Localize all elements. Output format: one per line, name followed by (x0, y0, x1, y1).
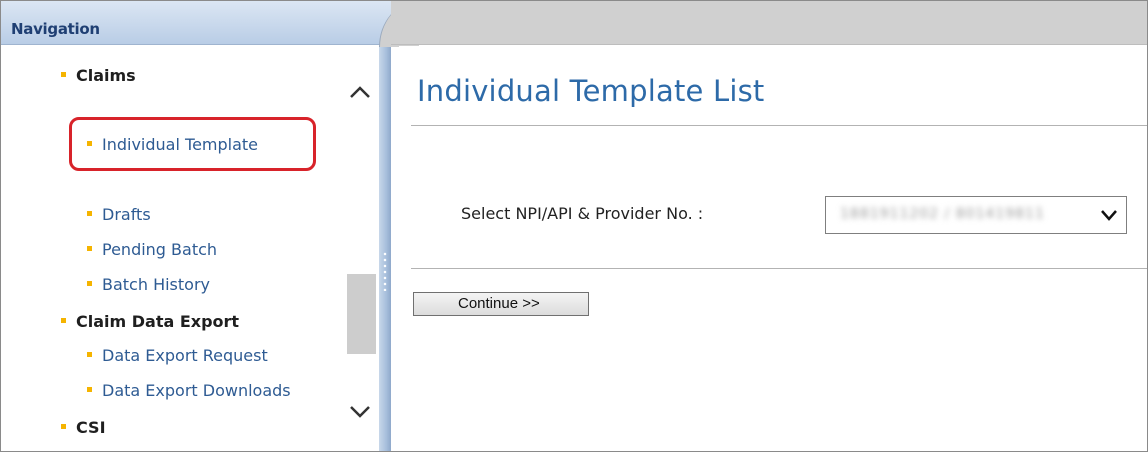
nav-item-label: Batch History (102, 275, 210, 294)
app-window: Navigation Claims Claims Entry Individua… (0, 0, 1148, 452)
main-content: Individual Template List Select NPI/API … (399, 46, 1147, 451)
chevron-up-icon (350, 86, 370, 98)
page-title: Individual Template List (417, 74, 765, 108)
npi-field-label: Select NPI/API & Provider No. : (461, 204, 704, 223)
square-bullet-icon (87, 177, 92, 182)
scroll-down-button[interactable] (341, 397, 379, 427)
square-bullet-icon (87, 246, 92, 251)
square-bullet-icon (87, 281, 92, 286)
nav-item-label: Data Export Downloads (102, 381, 291, 400)
nav-item-label: Data Export Request (102, 346, 268, 365)
nav-item-label: Pending Batch (102, 240, 218, 259)
divider (411, 125, 1147, 126)
npi-provider-value: 1881911202 / 801419811 (840, 206, 1045, 222)
nav-item-label: Claim Data Export (76, 312, 240, 331)
splitter-grip[interactable] (383, 251, 387, 291)
highlight-annotation (69, 117, 316, 171)
square-bullet-icon (87, 387, 92, 392)
chevron-down-icon (1101, 210, 1117, 221)
scroll-thumb[interactable] (347, 274, 376, 354)
scroll-up-button[interactable] (341, 77, 379, 107)
nav-item-label: Drafts (102, 205, 151, 224)
nav-item-label: Group Template (102, 171, 229, 190)
square-bullet-icon (61, 424, 66, 429)
navigation-title: Navigation (11, 20, 100, 38)
panel-splitter[interactable] (379, 46, 391, 451)
continue-button[interactable]: Continue >> (413, 292, 589, 316)
nav-item-label: CSI (76, 418, 106, 437)
square-bullet-icon (87, 352, 92, 357)
navigation-header: Navigation (1, 1, 391, 45)
npi-provider-select[interactable]: 1881911202 / 801419811 (825, 196, 1127, 234)
square-bullet-icon (61, 318, 66, 323)
nav-item-label: Claims (76, 66, 136, 85)
chevron-down-icon (350, 406, 370, 418)
square-bullet-icon (87, 106, 92, 111)
square-bullet-icon (61, 72, 66, 77)
content-header-bar (391, 1, 1147, 45)
square-bullet-icon (87, 211, 92, 216)
navigation-tree: Claims Claims Entry Individual Template … (1, 46, 379, 451)
divider (411, 268, 1147, 269)
